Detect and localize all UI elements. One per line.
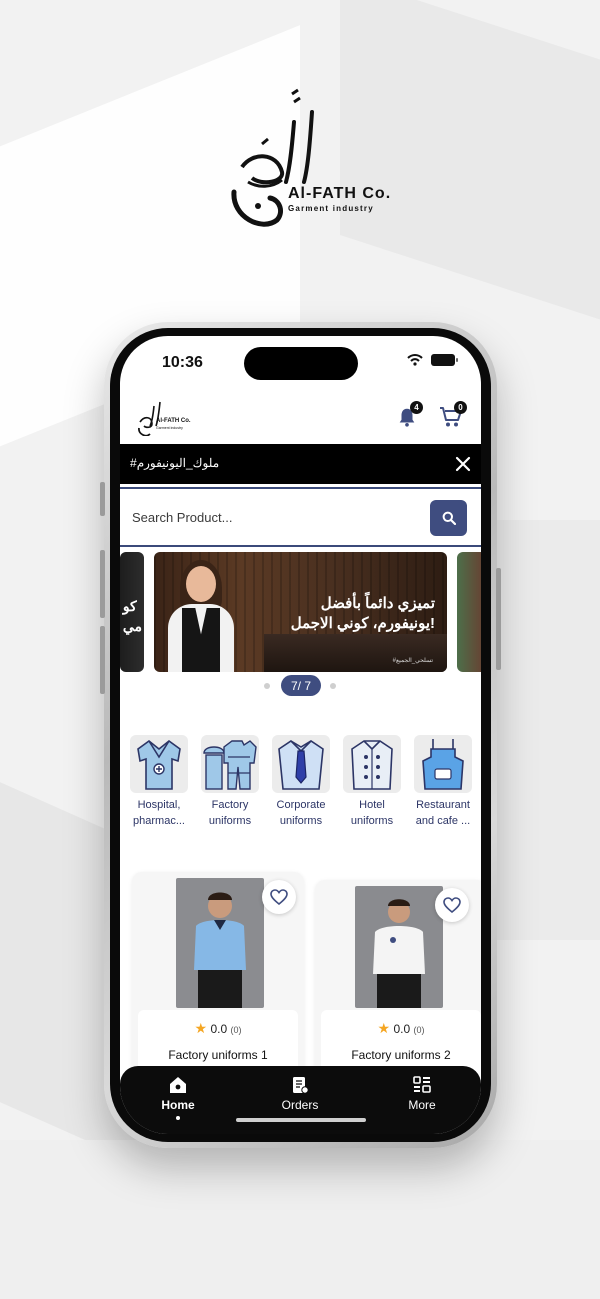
app-logo-name: Al-FATH Co. xyxy=(156,418,191,424)
banner-headline-line2: يونيفورم، كوني الاجمل! xyxy=(290,615,435,632)
brand-logo: Al-FATH Co. Garment industry xyxy=(222,82,402,232)
orders-icon xyxy=(293,1077,309,1094)
brand-subtitle: Garment industry xyxy=(288,204,374,213)
category-image xyxy=(201,735,259,793)
tab-orders[interactable]: Orders xyxy=(260,1076,340,1112)
banner-headline: تميزي دائماً بأفضل يونيفورم، كوني الاجمل… xyxy=(291,594,435,634)
category-image xyxy=(343,735,401,793)
search-bar xyxy=(120,487,481,547)
notifications-button[interactable]: 4 xyxy=(394,401,423,430)
category-label: Hotel uniforms xyxy=(350,799,394,827)
tab-more[interactable]: More xyxy=(382,1076,462,1112)
product-image xyxy=(355,886,443,1008)
category-corporate[interactable]: Corporate uniforms xyxy=(272,735,332,829)
product-name: Factory uniforms 2 xyxy=(351,1048,451,1062)
home-indicator xyxy=(236,1118,366,1122)
category-hospital[interactable]: Hospital, pharmac... xyxy=(130,735,190,829)
notifications-badge: 4 xyxy=(410,401,423,414)
cart-badge: 0 xyxy=(454,401,467,414)
coverall-icon xyxy=(203,740,257,790)
app-logo[interactable]: Al-FATH Co. Garment industry xyxy=(136,396,191,440)
product-name: Factory uniforms 1 xyxy=(168,1048,268,1062)
product-rating: ★ 0.0 (0) xyxy=(321,1020,481,1037)
banner-slide-next[interactable] xyxy=(457,552,481,672)
category-label: Factory uniforms xyxy=(208,799,252,827)
rating-count: (0) xyxy=(413,1025,425,1035)
tab-orders-label: Orders xyxy=(281,1098,319,1112)
close-icon[interactable] xyxy=(453,454,473,474)
shirt-tie-icon xyxy=(278,740,324,790)
category-image xyxy=(130,735,188,793)
product-image xyxy=(176,878,264,1008)
active-tab-indicator xyxy=(176,1116,180,1120)
product-card[interactable]: ★ 0.0 (0) Factory uniforms 1 xyxy=(132,872,304,1082)
star-icon: ★ xyxy=(194,1020,208,1036)
rating-value: 0.0 xyxy=(393,1022,411,1036)
banner-hashtag: #تسلحي_الجميع xyxy=(392,658,433,664)
app-logo-icon xyxy=(138,401,161,437)
product-grid: ★ 0.0 (0) Factory uniforms 1 ★ 0.0 (0) F… xyxy=(120,872,481,1082)
category-image xyxy=(414,735,472,793)
star-icon: ★ xyxy=(377,1020,391,1036)
brand-name: Al-FATH Co. xyxy=(288,185,392,202)
rating-value: 0.0 xyxy=(210,1022,228,1036)
status-time: 10:36 xyxy=(162,354,203,371)
product-rating: ★ 0.0 (0) xyxy=(138,1020,298,1037)
category-hotel[interactable]: Hotel uniforms xyxy=(343,735,403,829)
carousel-pagination: 7/ 7 xyxy=(120,675,481,697)
bottom-tab-bar: Home Orders More xyxy=(120,1066,481,1134)
pagination-dot[interactable] xyxy=(264,683,270,689)
heart-icon xyxy=(270,889,288,905)
favorite-button[interactable] xyxy=(435,888,469,922)
category-image xyxy=(272,735,330,793)
categories-list: Hospital, pharmac... Factory uniforms Co… xyxy=(130,735,481,835)
category-label: Corporate uniforms xyxy=(276,799,326,827)
heart-icon xyxy=(443,897,461,913)
app-logo-sub: Garment industry xyxy=(156,426,183,430)
announcement-text: #ملوك_اليونيفورم xyxy=(130,456,220,470)
banner-slide-current[interactable]: تميزي دائماً بأفضل يونيفورم، كوني الاجمل… xyxy=(154,552,447,672)
scrubs-icon xyxy=(137,739,181,790)
cart-button[interactable]: 0 xyxy=(438,401,467,430)
chef-jacket-icon xyxy=(351,740,393,790)
product-card[interactable]: ★ 0.0 (0) Factory uniforms 2 xyxy=(315,880,481,1082)
dynamic-island xyxy=(244,347,358,380)
banner-headline-line1: تميزي دائماً بأفضل xyxy=(320,595,435,612)
category-restaurant[interactable]: Restaurant and cafe ... xyxy=(414,735,474,829)
search-icon xyxy=(442,511,456,525)
search-button[interactable] xyxy=(430,500,467,536)
more-grid-icon xyxy=(413,1076,431,1093)
favorite-button[interactable] xyxy=(262,880,296,914)
status-icons xyxy=(407,354,458,366)
wifi-icon xyxy=(407,354,423,366)
banner-carousel[interactable]: كو مي تميزي دائماً بأفضل يونيفورم، كوني … xyxy=(120,552,481,674)
battery-icon xyxy=(431,354,458,366)
category-label: Hospital, pharmac... xyxy=(133,799,185,827)
apron-icon xyxy=(422,739,464,790)
app-screen: 10:36 Al-FATH Co. Garment industry 4 0 #… xyxy=(120,336,481,1134)
home-icon xyxy=(170,1077,186,1093)
tab-more-label: More xyxy=(408,1098,436,1112)
banner-slide-previous[interactable]: كو مي xyxy=(120,552,144,672)
banner-previous-text: كو مي xyxy=(122,598,142,634)
category-factory[interactable]: Factory uniforms xyxy=(201,735,261,829)
category-label: Restaurant and cafe ... xyxy=(415,799,471,827)
pagination-counter: 7/ 7 xyxy=(281,675,321,696)
pagination-dot[interactable] xyxy=(330,683,336,689)
search-input[interactable] xyxy=(132,503,412,531)
tab-home[interactable]: Home xyxy=(138,1076,218,1112)
announcement-bar: #ملوك_اليونيفورم xyxy=(120,444,481,484)
tab-home-label: Home xyxy=(161,1098,195,1112)
rating-count: (0) xyxy=(230,1025,242,1035)
